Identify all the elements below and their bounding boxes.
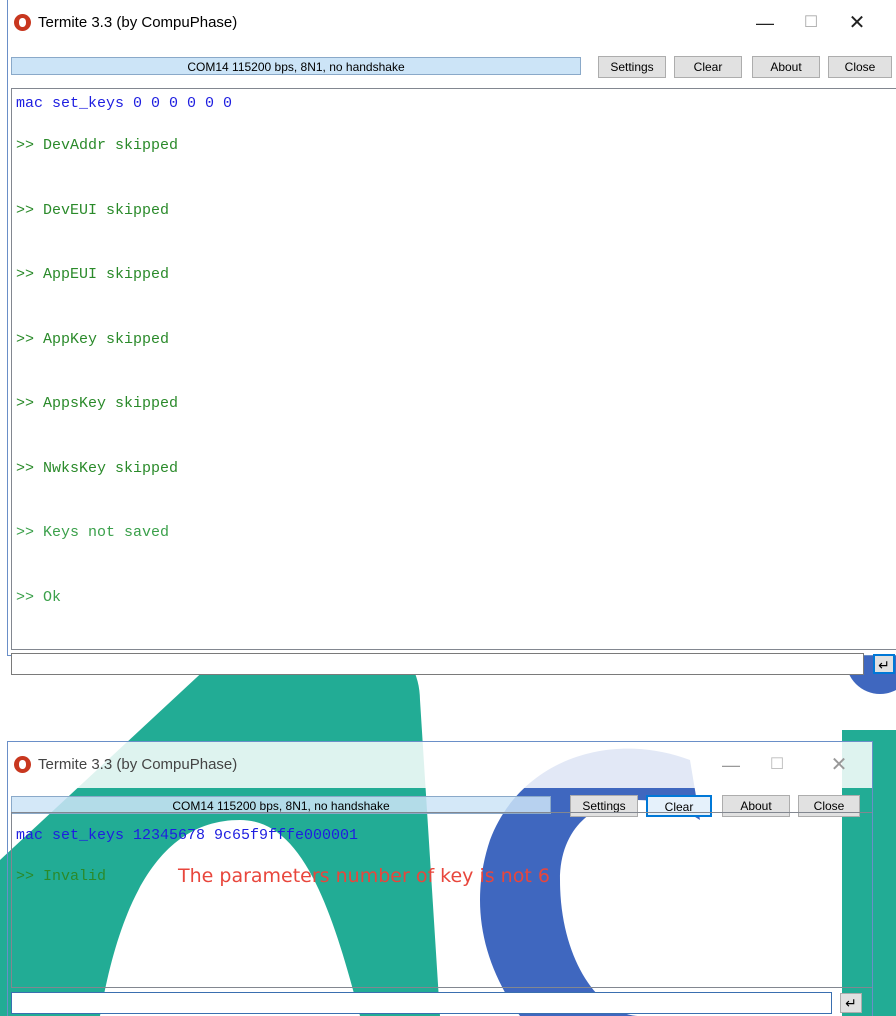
termite-window-top: Termite 3.3 (by CompuPhase) — ☐ ✕ COM14 … [7,0,896,675]
input-row: ↵ [11,992,872,1014]
send-button[interactable]: ↵ [840,993,862,1013]
close-button[interactable]: Close [828,56,892,78]
output-line: mac set_keys 12345678 9c65f9fffe000001 [16,827,359,844]
output-line: >> AppEUI skipped [16,266,170,283]
title-bar: Termite 3.3 (by CompuPhase) — ☐ ✕ [8,742,872,788]
enter-arrow-icon: ↵ [845,995,857,1011]
command-input[interactable] [11,653,864,675]
minimize-button[interactable]: — [742,8,788,38]
toolbar: COM14 115200 bps, 8N1, no handshake Sett… [8,50,896,80]
output-line: mac set_keys 0 0 0 0 0 0 [16,95,233,112]
send-button[interactable]: ↵ [873,654,895,674]
port-status-button[interactable]: COM14 115200 bps, 8N1, no handshake [11,57,581,75]
command-input[interactable] [11,992,832,1014]
output-line: >> Ok [16,589,62,606]
input-row: ↵ [11,653,896,675]
output-line: >> Keys not saved [16,524,170,541]
about-button[interactable]: About [752,56,820,78]
output-line: >> AppKey skipped [16,331,170,348]
terminal-output[interactable]: mac set_keys 0 0 0 0 0 0 >> DevAddr skip… [11,88,896,650]
minimize-button[interactable]: — [708,750,754,780]
output-line: >> NwksKey skipped [16,460,179,477]
clear-button[interactable]: Clear [674,56,742,78]
termite-window-bottom: Termite 3.3 (by CompuPhase) — ☐ ✕ COM14 … [7,741,873,1016]
output-line: >> DevEUI skipped [16,202,170,219]
window-close-button[interactable]: ✕ [816,750,862,780]
window-title: Termite 3.3 (by CompuPhase) [38,14,238,31]
output-line: >> DevAddr skipped [16,137,179,154]
settings-button[interactable]: Settings [598,56,666,78]
window-title: Termite 3.3 (by CompuPhase) [38,756,238,773]
title-bar: Termite 3.3 (by CompuPhase) — ☐ ✕ [8,0,896,46]
enter-arrow-icon: ↵ [878,657,890,673]
terminal-output[interactable]: mac set_keys 12345678 9c65f9fffe000001 >… [11,812,872,988]
output-line: >> Invalid [16,868,107,885]
maximize-button[interactable]: ☐ [788,8,834,38]
window-close-button[interactable]: ✕ [834,8,880,38]
output-line: >> AppsKey skipped [16,395,179,412]
termite-app-icon [14,756,31,773]
termite-app-icon [14,14,31,31]
maximize-button[interactable]: ☐ [754,750,800,780]
annotation-text: The parameters number of key is not 6 [178,865,550,887]
